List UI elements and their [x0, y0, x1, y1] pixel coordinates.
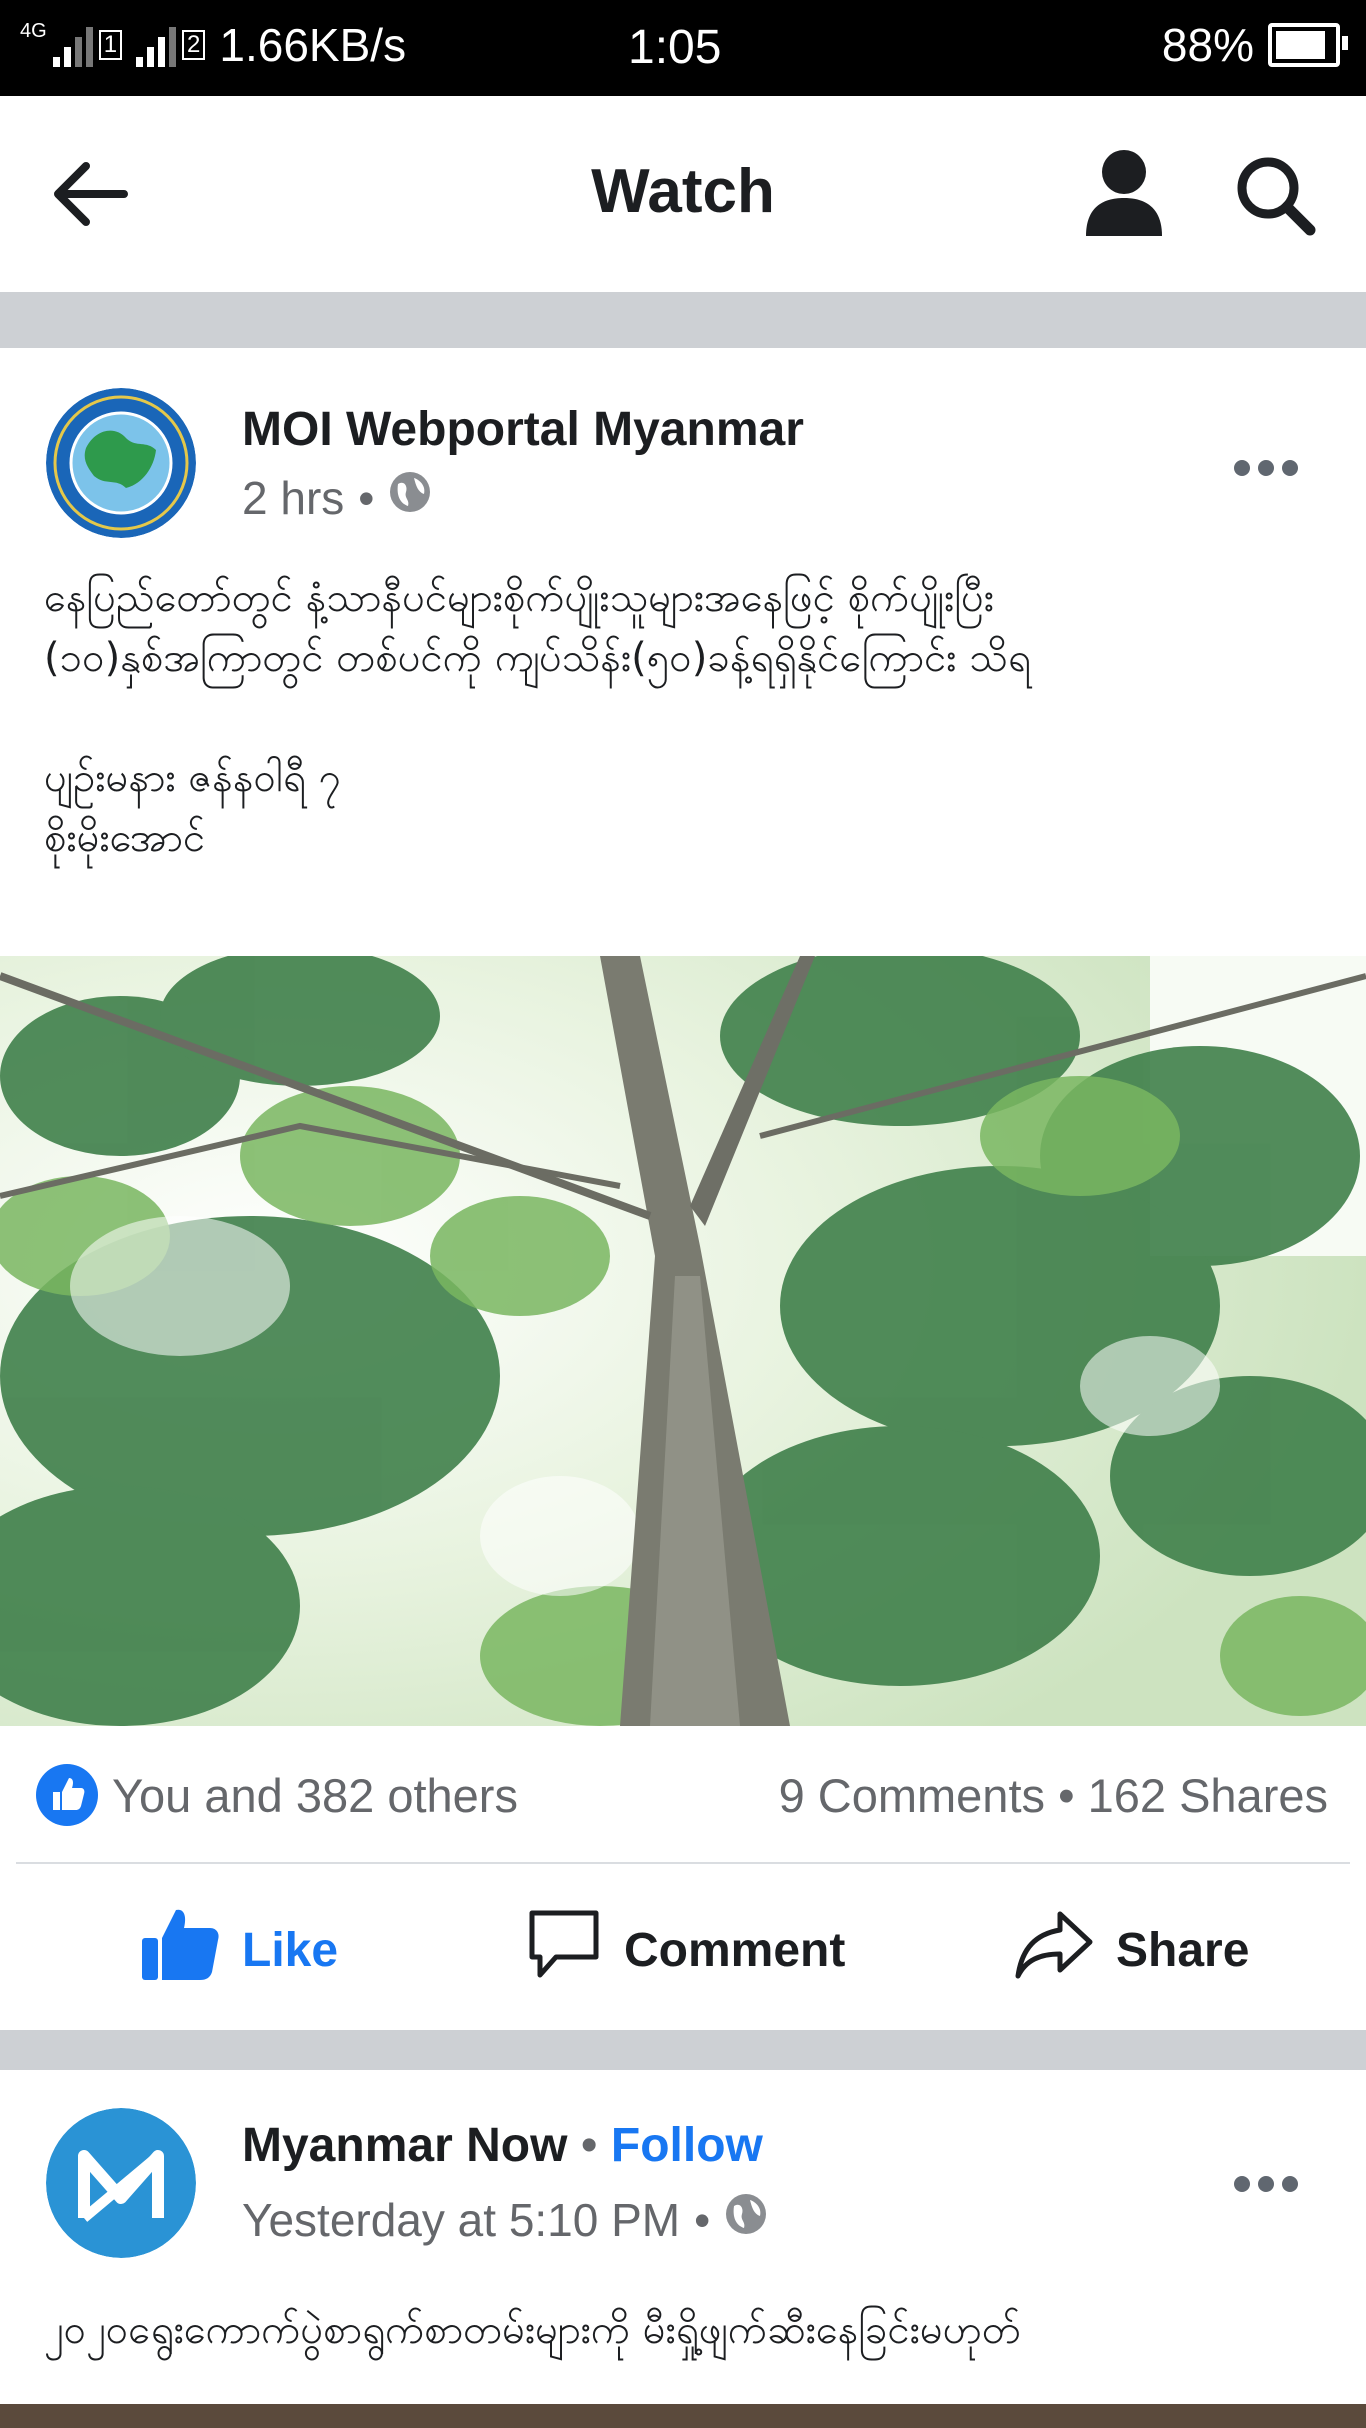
follow-separator: • — [580, 2119, 598, 2172]
meta-separator: • — [358, 471, 375, 524]
comment-label: Comment — [624, 1923, 846, 1977]
like-label: Like — [242, 1923, 339, 1977]
sim2-indicator: 2 — [182, 30, 206, 60]
like-button[interactable]: Like — [140, 1900, 338, 2000]
network-type: 4G — [20, 19, 47, 42]
globe-icon — [724, 2192, 768, 2247]
next-media-preview[interactable] — [0, 2404, 1366, 2428]
share-button[interactable]: Share — [1014, 1900, 1249, 2000]
signal-icon-sim2 — [136, 23, 177, 67]
battery-percent: 88% — [1161, 19, 1254, 71]
post-header: MOI Webportal Myanmar 2 hrs • — [0, 348, 1366, 548]
status-bar: 4G 1 2 1.66KB/s 1:05 88% — [0, 0, 1366, 96]
post-time[interactable]: Yesterday at 5:10 PM — [242, 2193, 680, 2247]
post-author[interactable]: MOI Webportal Myanmar — [242, 402, 804, 457]
more-options-icon[interactable] — [1234, 2176, 1298, 2196]
post-meta: Yesterday at 5:10 PM • — [242, 2192, 768, 2247]
globe-icon — [388, 470, 432, 525]
divider — [16, 1862, 1350, 1864]
post-actions: Like Comment Share — [0, 1900, 1366, 2000]
reactions-count[interactable]: You and 382 others — [112, 1768, 518, 1823]
comment-bubble-icon — [526, 1907, 602, 1993]
shares-count[interactable]: 162 Shares — [1088, 1769, 1328, 1822]
status-right: 88% — [1161, 18, 1348, 72]
reactions-bar: You and 382 others 9 Comments • 162 Shar… — [0, 1760, 1366, 1830]
section-divider — [0, 2030, 1366, 2070]
like-reaction-icon — [36, 1764, 98, 1826]
clock: 1:05 — [628, 21, 722, 74]
sim1-indicator: 1 — [98, 30, 123, 60]
share-arrow-icon — [1014, 1908, 1094, 1992]
more-options-icon[interactable] — [1234, 460, 1298, 480]
engagement-counts: 9 Comments • 162 Shares — [779, 1768, 1328, 1823]
post-meta: 2 hrs • — [242, 470, 432, 525]
counts-separator: • — [1058, 1769, 1075, 1822]
share-label: Share — [1116, 1923, 1250, 1977]
person-icon[interactable] — [1084, 148, 1164, 238]
video-player[interactable] — [0, 956, 1366, 1726]
post-header: Myanmar Now • Follow Yesterday at 5:10 P… — [0, 2070, 1366, 2290]
comments-count[interactable]: 9 Comments — [779, 1769, 1045, 1822]
post-text: နေပြည်တော်တွင် နံ့သာနီပင်များစိုက်ပျိုးသ… — [44, 575, 1031, 861]
app-bar: Watch — [0, 96, 1366, 292]
post-author-line: Myanmar Now • Follow — [242, 2118, 763, 2173]
video-thumbnail — [0, 956, 1366, 1726]
signal-icon-sim1 — [52, 23, 93, 67]
avatar[interactable] — [46, 2108, 196, 2258]
search-icon[interactable] — [1234, 154, 1316, 236]
thumbs-up-icon — [140, 1906, 220, 1994]
section-divider — [0, 292, 1366, 348]
battery-icon — [1268, 23, 1348, 67]
status-left: 4G 1 2 1.66KB/s — [20, 18, 406, 72]
post-text: ၂၀၂၀ရွေးကောက်ပွဲစာရွက်စာတမ်းများကို မီးရ… — [44, 2307, 1021, 2353]
comment-button[interactable]: Comment — [526, 1900, 845, 2000]
follow-button[interactable]: Follow — [611, 2119, 763, 2172]
post-author[interactable]: Myanmar Now — [242, 2119, 567, 2172]
network-speed: 1.66KB/s — [219, 19, 407, 71]
post-time[interactable]: 2 hrs — [242, 471, 344, 525]
meta-separator: • — [694, 2193, 711, 2246]
avatar[interactable] — [46, 388, 196, 538]
